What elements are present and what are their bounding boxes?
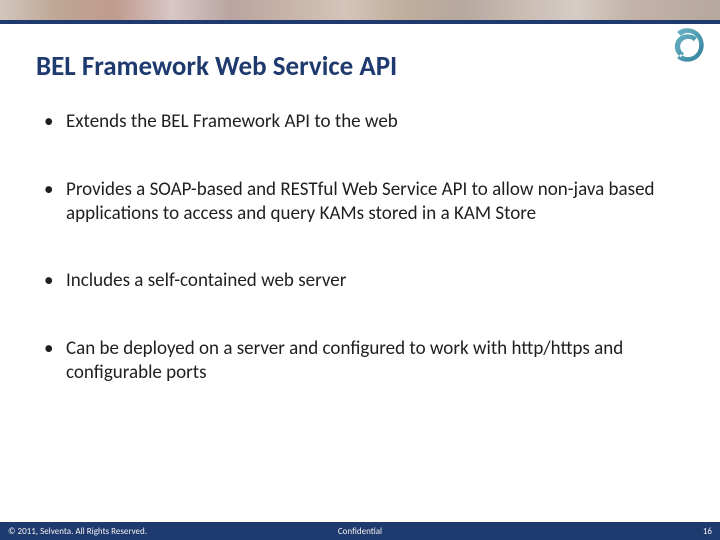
slide-body: Extends the BEL Framework API to the web… (36, 110, 680, 429)
footer-copyright: © 2011, Selventa. All Rights Reserved. (0, 526, 147, 537)
bullet-item: Provides a SOAP-based and RESTful Web Se… (36, 178, 680, 226)
bullet-item: Extends the BEL Framework API to the web (36, 110, 680, 134)
slide-footer: © 2011, Selventa. All Rights Reserved. C… (0, 522, 720, 540)
bullet-item: Includes a self-contained web server (36, 269, 680, 293)
footer-page-number: 16 (703, 526, 720, 537)
bullet-item: Can be deployed on a server and configur… (36, 337, 680, 385)
decorative-header-strip (0, 0, 720, 20)
company-logo-icon (668, 26, 706, 64)
slide-title: BEL Framework Web Service API (36, 50, 397, 83)
header-rule (0, 20, 720, 24)
